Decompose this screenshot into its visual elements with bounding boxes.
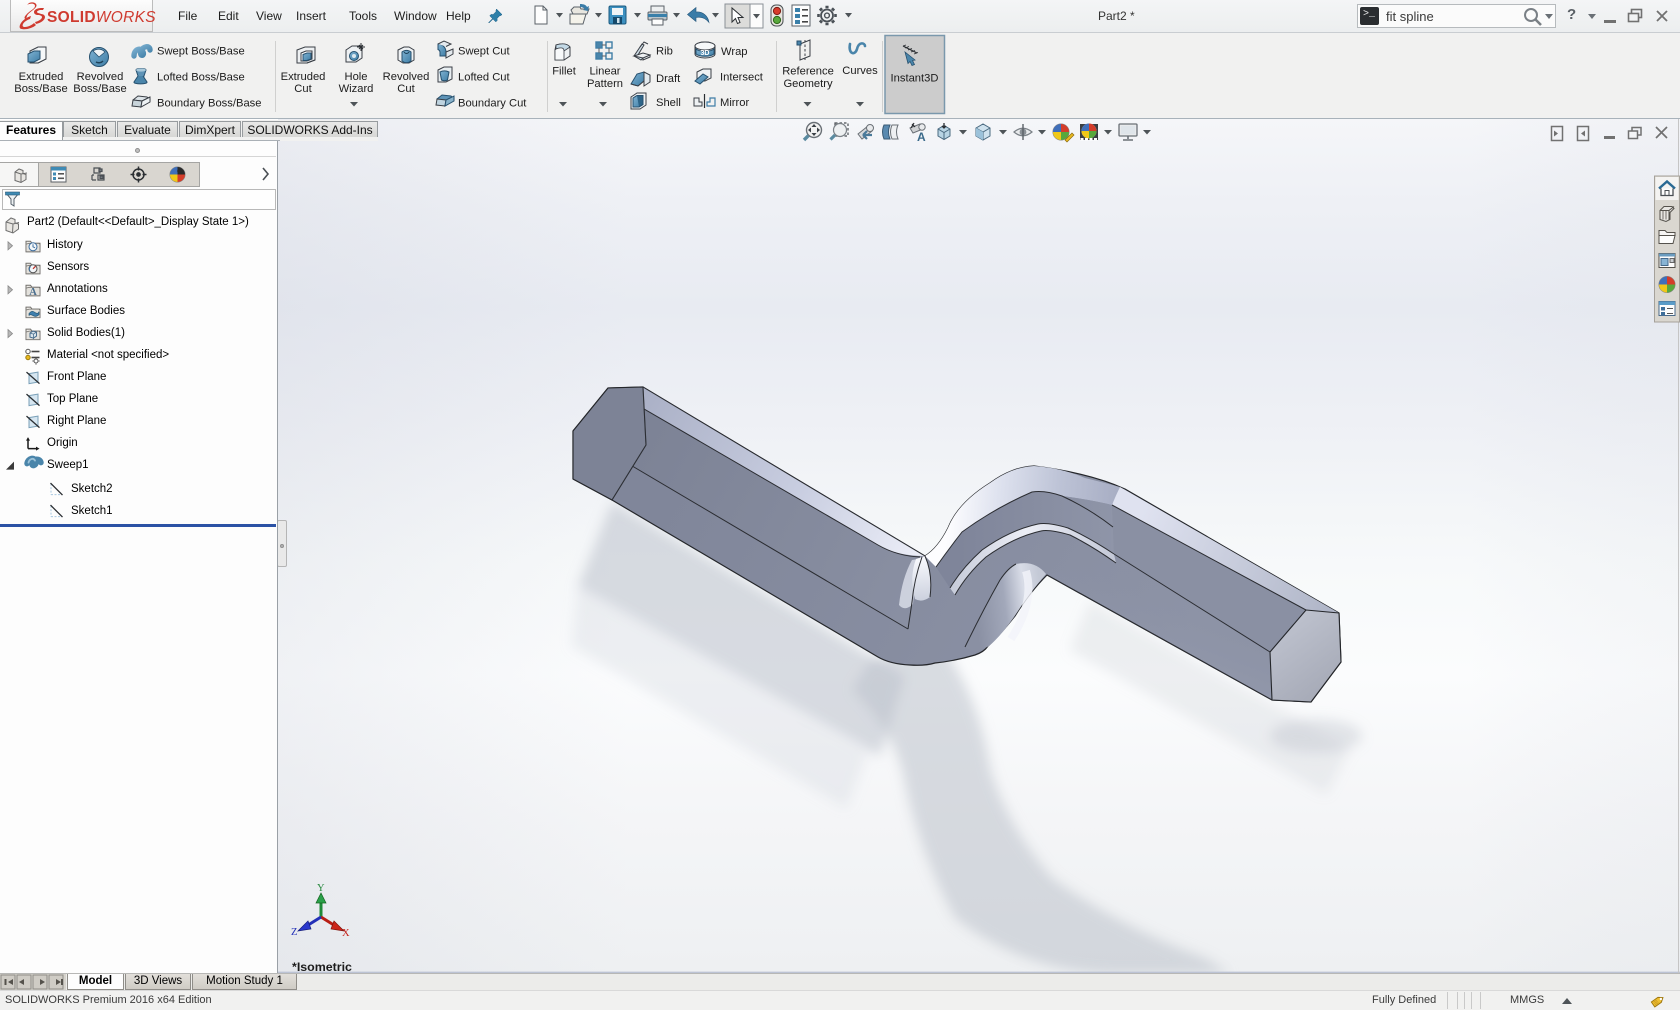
svg-text:Reference: Reference	[782, 66, 834, 78]
svg-text:Swept Boss/Base: Swept Boss/Base	[157, 46, 245, 58]
svg-text:X: X	[342, 928, 350, 939]
svg-text:Cut: Cut	[294, 83, 312, 95]
svg-text:Hole: Hole	[344, 71, 367, 83]
svg-text:A: A	[917, 130, 926, 144]
svg-text:Revolved: Revolved	[383, 71, 430, 83]
svg-text:Boss/Base: Boss/Base	[14, 83, 67, 95]
svg-text:Fillet: Fillet	[552, 66, 577, 78]
svg-text:Wrap: Wrap	[721, 46, 748, 58]
svg-text:Swept Cut: Swept Cut	[458, 46, 511, 58]
svg-text:Mirror: Mirror	[720, 97, 749, 109]
svg-text:Boundary Boss/Base: Boundary Boss/Base	[157, 98, 261, 110]
svg-text:Y: Y	[317, 883, 325, 894]
svg-text:Shell: Shell	[656, 97, 681, 109]
svg-text:Boundary Cut: Boundary Cut	[458, 98, 527, 110]
svg-text:Boss/Base: Boss/Base	[73, 83, 126, 95]
svg-text:Lofted Boss/Base: Lofted Boss/Base	[157, 72, 245, 84]
svg-text:Pattern: Pattern	[587, 78, 623, 90]
svg-text:Revolved: Revolved	[77, 71, 124, 83]
svg-text:3D: 3D	[701, 50, 710, 57]
svg-text:Instant3D: Instant3D	[891, 73, 939, 85]
svg-text:Rib: Rib	[656, 46, 673, 58]
svg-text:Wizard: Wizard	[339, 83, 374, 95]
svg-text:Linear: Linear	[589, 66, 620, 78]
svg-text:Lofted Cut: Lofted Cut	[458, 72, 511, 84]
svg-text:A: A	[29, 287, 37, 298]
svg-text:Z: Z	[291, 927, 297, 938]
svg-text:Draft: Draft	[656, 73, 681, 85]
svg-text:Cut: Cut	[397, 83, 415, 95]
svg-text:Extruded: Extruded	[19, 71, 64, 83]
svg-text:Extruded: Extruded	[281, 71, 326, 83]
svg-text:Geometry: Geometry	[783, 78, 833, 90]
svg-text:*Isometric: *Isometric	[292, 960, 352, 974]
svg-text:Intersect: Intersect	[720, 72, 764, 84]
svg-text:Curves: Curves	[842, 65, 878, 77]
